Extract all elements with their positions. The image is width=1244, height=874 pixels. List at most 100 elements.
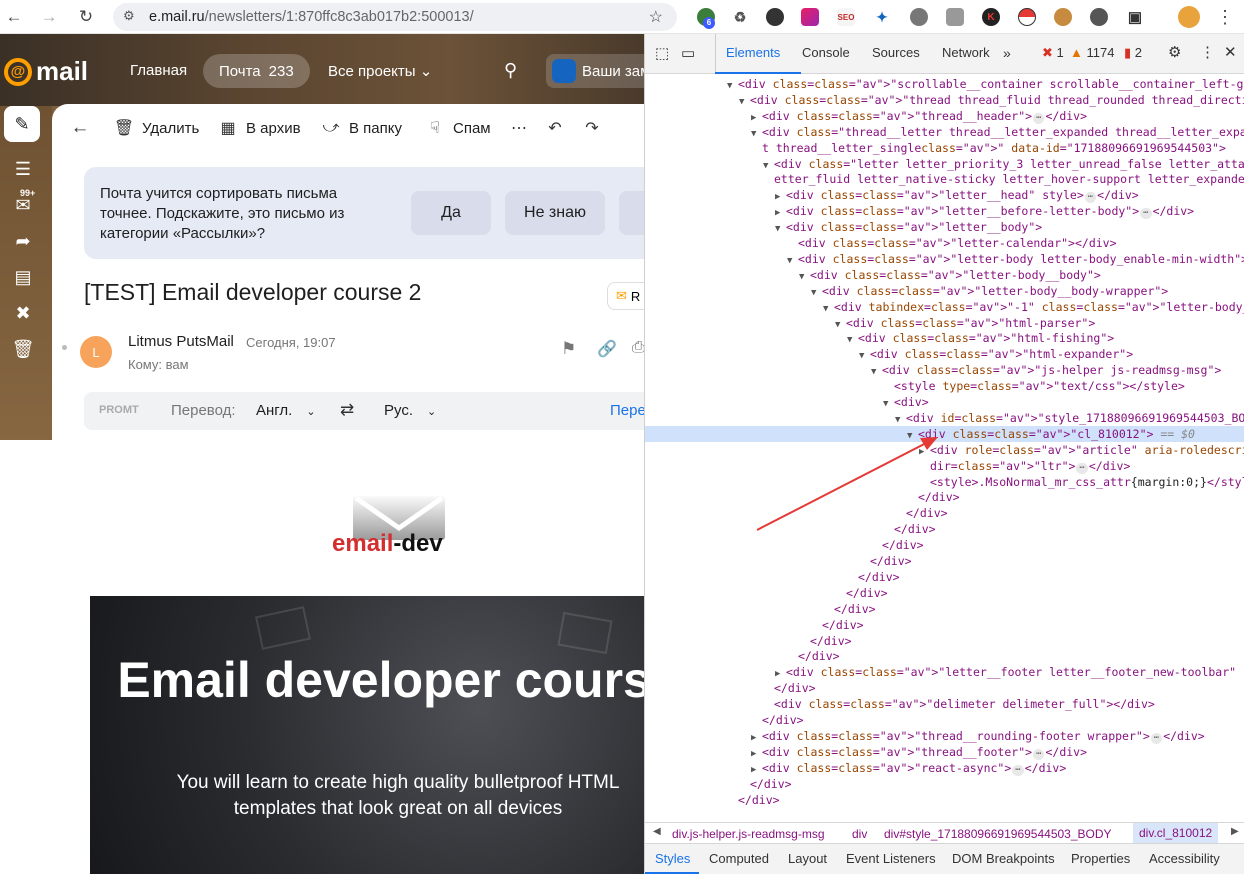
seo-extension-icon[interactable]: SEO	[837, 8, 855, 26]
dom-node[interactable]: ▼ <div id=class="av">"style_1718809669196…	[645, 410, 1244, 426]
issues-counter[interactable]: ▮ 2	[1124, 45, 1142, 61]
dom-node[interactable]: </div>	[645, 776, 1244, 792]
dom-node[interactable]: t thread__letter_singleclass="av">" data…	[645, 140, 1244, 156]
dom-node[interactable]: ▶ <div role=class="av">"article" aria-rol…	[645, 442, 1244, 458]
breadcrumb-item-selected[interactable]: div.cl_810012	[1133, 823, 1219, 843]
bookmark-icon[interactable]: ⚑	[561, 339, 576, 359]
dom-node[interactable]: </div>	[645, 601, 1244, 617]
breadcrumb-item[interactable]: div.js-helper.js-readmsg-msg	[672, 827, 825, 841]
more-menu-icon[interactable]: ⋮	[1213, 5, 1237, 29]
no-button[interactable]	[619, 191, 644, 235]
swap-languages-icon[interactable]: ⇄	[340, 400, 354, 420]
spam-icon[interactable]: ✖	[12, 302, 34, 324]
dom-node[interactable]: etter_fluid letter_native-sticky letter_…	[645, 171, 1244, 187]
print-icon[interactable]: ⎙	[632, 339, 644, 357]
dom-node[interactable]: ▶ <div class=class="av">"thread__footer">…	[645, 744, 1244, 760]
dom-node[interactable]: ▼ <div class=class="av">"letter-body__bod…	[645, 267, 1244, 283]
reply-icon[interactable]: ↶	[545, 118, 565, 138]
kebab-menu-icon[interactable]: ⋮	[1200, 43, 1215, 61]
dom-node[interactable]: <style type=class="av">"text/css"></styl…	[645, 378, 1244, 394]
nav-all-projects[interactable]: Все проекты ⌄	[328, 62, 432, 80]
settings-gear-icon[interactable]: ⚙	[1168, 43, 1181, 61]
address-bar[interactable]: ⚙ e.mail.ru/newsletters/1:870ffc8c3ab017…	[113, 3, 677, 31]
unread-dot[interactable]	[62, 345, 67, 350]
dom-node[interactable]: ▶ <div class=class="av">"thread__header">…	[645, 108, 1244, 124]
sent-icon[interactable]: ➦	[12, 230, 34, 252]
dom-node[interactable]: </div>	[645, 792, 1244, 808]
menu-icon[interactable]: ☰	[12, 158, 34, 180]
search-icon[interactable]: ⚲	[504, 60, 517, 81]
dom-node[interactable]: ▶ <div class=class="av">"letter__before-l…	[645, 203, 1244, 220]
dom-node[interactable]: ▼ <div class=class="av">"html-fishing">	[645, 330, 1244, 346]
dom-node[interactable]: </div>	[645, 585, 1244, 601]
dom-node[interactable]: </div>	[645, 617, 1244, 633]
dom-node[interactable]: ▼ <div class=class="av">"letter-body lett…	[645, 251, 1244, 267]
more-tabs-icon[interactable]: »	[1003, 45, 1011, 61]
dom-node[interactable]: <div class=class="av">"letter-calendar">…	[645, 235, 1244, 251]
dom-node[interactable]: ▼ <div class="thread__letter thread__lett…	[645, 124, 1244, 140]
dom-node[interactable]: </div>	[645, 521, 1244, 537]
dom-node[interactable]: ▼ <div>	[645, 394, 1244, 410]
extension-icon[interactable]	[1018, 8, 1036, 26]
dom-node[interactable]: </div>	[645, 569, 1244, 585]
extension-icon[interactable]	[1090, 8, 1108, 26]
user-promo[interactable]: Ваши зам	[546, 54, 644, 88]
close-icon[interactable]: ✕	[1224, 43, 1237, 61]
recipient[interactable]: Кому: вам	[128, 357, 189, 372]
archive-button[interactable]: ▦ В архив	[218, 118, 300, 138]
dom-node[interactable]: </div>	[645, 537, 1244, 553]
dom-node[interactable]: ▼ <div class="letter letter_priority_3 le…	[645, 156, 1244, 172]
device-toolbar-icon[interactable]: ▭	[681, 44, 695, 62]
yes-button[interactable]: Да	[411, 191, 491, 235]
extension-icon[interactable]: ✦	[873, 8, 891, 26]
extensions-puzzle-icon[interactable]: ▣	[1126, 8, 1144, 26]
extension-icon[interactable]	[946, 8, 964, 26]
tab-dom-breakpoints[interactable]: DOM Breakpoints	[952, 851, 1055, 866]
reload-icon[interactable]: ↻	[74, 5, 98, 29]
dom-node[interactable]: </div>	[645, 712, 1244, 728]
back-arrow-icon[interactable]: ←	[70, 117, 90, 138]
dom-node[interactable]: </div>	[645, 489, 1244, 505]
dont-know-button[interactable]: Не знаю	[505, 191, 605, 235]
breadcrumb-item[interactable]: div	[852, 827, 867, 841]
forward-icon[interactable]: ↷	[582, 118, 602, 138]
dom-node[interactable]: ▶ <div class=class="av">"letter__head" st…	[645, 187, 1244, 204]
compose-pencil-icon[interactable]: ✎	[4, 106, 40, 142]
site-settings-icon[interactable]: ⚙	[123, 8, 135, 24]
dom-node[interactable]: </div>	[645, 648, 1244, 664]
dom-node[interactable]: dir=class="av">"ltr"> ⋯ </div>	[645, 458, 1244, 474]
dom-node[interactable]: ▼ <div class=class="av">"html-expander">	[645, 346, 1244, 362]
extension-icon[interactable]	[766, 8, 784, 26]
dom-node[interactable]: ▼ <div tabindex=class="av">"-1" class=cla…	[645, 299, 1244, 315]
dom-node[interactable]: ▼ <div class=class="av">"letter__body">	[645, 219, 1244, 235]
errors-counter[interactable]: ✖ 1	[1042, 45, 1064, 61]
extension-icon[interactable]: 6	[697, 8, 715, 29]
category-tag[interactable]: ✉ R	[607, 282, 644, 310]
extension-icon[interactable]	[910, 8, 928, 26]
dom-node[interactable]: <div class=class="av">"delimeter delimet…	[645, 696, 1244, 712]
profile-avatar[interactable]	[1178, 6, 1200, 28]
drafts-icon[interactable]: ▤	[12, 266, 34, 288]
move-to-folder-button[interactable]: ⤻ В папку	[321, 118, 402, 138]
inspect-element-icon[interactable]: ⬚	[655, 44, 669, 62]
dom-node[interactable]: </div>	[645, 633, 1244, 649]
dom-node[interactable]: <style>.MsoNormal_mr_css_attr{margin:0;}…	[645, 474, 1244, 490]
dom-node-selected[interactable]: ▼ <div class=class="av">"cl_810012"> == $…	[645, 425, 1244, 442]
tab-elements[interactable]: Elements	[726, 45, 780, 60]
dom-node[interactable]: ▼ <div class=class="av">"js-helper js-rea…	[645, 362, 1244, 378]
tab-accessibility[interactable]: Accessibility	[1149, 851, 1220, 866]
trash-icon[interactable]: 🗑	[12, 338, 35, 360]
back-icon[interactable]: ←	[2, 5, 26, 29]
dom-node[interactable]: </div>	[645, 553, 1244, 569]
dom-node[interactable]: ▶ <div class=class="av">"react-async"> ⋯ </…	[645, 760, 1244, 776]
mail-logo[interactable]: @ mail	[4, 56, 88, 87]
dom-node[interactable]: </div>	[645, 505, 1244, 521]
tab-network[interactable]: Network	[942, 45, 990, 60]
sender-name[interactable]: Litmus PutsMail	[128, 333, 234, 350]
dom-node[interactable]: ▼ <div class=class="av">"scrollable__cont…	[645, 76, 1244, 92]
delete-button[interactable]: 🗑 Удалить	[114, 118, 199, 138]
extension-icon[interactable]: K	[982, 8, 1000, 26]
spam-button[interactable]: ☟ Спам	[425, 118, 491, 138]
breadcrumb-item[interactable]: div#style_17188096691969544503_BODY	[884, 827, 1112, 841]
tab-properties[interactable]: Properties	[1071, 851, 1130, 866]
